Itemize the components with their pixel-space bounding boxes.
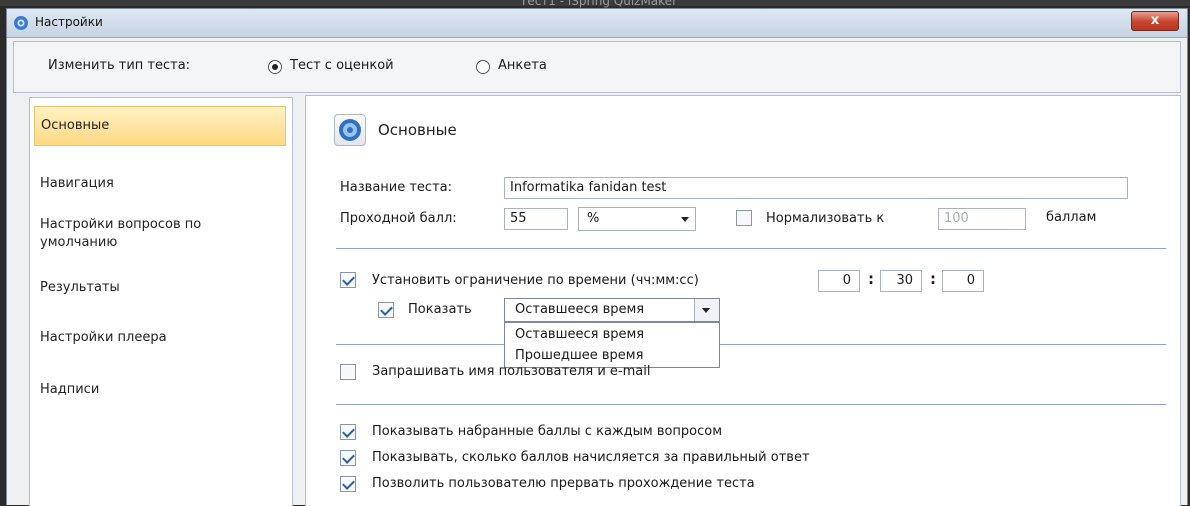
timer-mode-dropdown-list: Оставшееся время Прошедшее время	[504, 322, 720, 368]
time-limit-label: Установить ограничение по времени (чч:мм…	[372, 273, 699, 288]
title-bar[interactable]: Настройки x	[7, 9, 1187, 38]
chevron-down-icon	[681, 217, 689, 222]
sidebar-item-captions[interactable]: Надписи	[34, 382, 292, 397]
chevron-down-icon[interactable]	[694, 299, 719, 321]
divider	[336, 248, 1166, 249]
normalize-suffix: баллам	[1046, 210, 1097, 225]
section-title: Основные	[378, 121, 457, 139]
radio-survey[interactable]	[476, 60, 490, 74]
time-hours-input[interactable]: 0	[818, 270, 860, 292]
dropdown-option-elapsed[interactable]: Прошедшее время	[505, 345, 719, 366]
timer-mode-select[interactable]: Оставшееся время	[504, 298, 720, 322]
window-title: Настройки	[35, 15, 103, 29]
sidebar-item-player-settings[interactable]: Настройки плеера	[34, 330, 292, 345]
time-separator: :	[868, 270, 874, 288]
show-score-label: Показывать набранные баллы с каждым вопр…	[372, 424, 723, 439]
show-points-checkbox[interactable]	[340, 450, 356, 466]
test-name-input[interactable]: Informatika fanidan test	[504, 177, 1128, 199]
sidebar-item-navigation[interactable]: Навигация	[34, 176, 292, 191]
show-score-checkbox[interactable]	[340, 424, 356, 440]
sidebar-item-results[interactable]: Результаты	[34, 280, 292, 295]
ask-user-checkbox[interactable]	[340, 364, 356, 380]
test-type-bar: Изменить тип теста: Тест с оценкой Анкет…	[13, 41, 1181, 93]
timer-mode-value: Оставшееся время	[515, 302, 645, 317]
time-limit-checkbox[interactable]	[340, 272, 356, 288]
settings-sidebar: Основные Навигация Настройки вопросов по…	[29, 97, 293, 506]
show-timer-checkbox[interactable]	[378, 302, 394, 318]
allow-quit-label: Позволить пользователю прервать прохожде…	[372, 476, 755, 491]
pass-score-unit-select[interactable]: %	[578, 207, 696, 231]
settings-content: Основные Название теста: Informatika fan…	[305, 95, 1181, 506]
settings-gear-icon	[334, 114, 366, 146]
time-seconds-input[interactable]: 0	[942, 270, 984, 292]
sidebar-item-basic[interactable]: Основные	[34, 106, 286, 146]
pass-score-label: Проходной балл:	[340, 211, 457, 226]
test-name-label: Название теста:	[340, 180, 452, 195]
allow-quit-checkbox[interactable]	[340, 476, 356, 492]
divider	[336, 344, 1166, 345]
close-button[interactable]: x	[1131, 11, 1179, 31]
time-minutes-input[interactable]: 30	[880, 270, 922, 292]
radio-graded-test[interactable]	[268, 60, 282, 74]
gear-icon	[14, 16, 28, 30]
ask-user-label: Запрашивать имя пользователя и e-mail	[372, 364, 651, 379]
pass-score-unit-value: %	[587, 211, 600, 226]
normalize-input[interactable]: 100	[938, 208, 1026, 230]
radio-survey-label[interactable]: Анкета	[498, 58, 547, 73]
pass-score-input[interactable]: 55	[504, 208, 568, 230]
show-timer-label: Показать	[408, 302, 472, 317]
sidebar-item-question-defaults[interactable]: Настройки вопросов по умолчанию	[34, 216, 280, 252]
show-points-label: Показывать, сколько баллов начисляется з…	[372, 450, 810, 465]
settings-window: Настройки x Изменить тип теста: Тест с о…	[6, 8, 1188, 506]
time-separator: :	[930, 270, 936, 288]
test-type-label: Изменить тип теста:	[48, 58, 191, 73]
divider	[336, 404, 1166, 405]
background-window-title: Тест1 - iSpring QuizMaker	[520, 0, 677, 8]
normalize-label: Нормализовать к	[766, 211, 885, 226]
normalize-checkbox[interactable]	[736, 210, 752, 226]
dropdown-option-remaining[interactable]: Оставшееся время	[505, 324, 719, 345]
radio-graded-test-label[interactable]: Тест с оценкой	[290, 58, 394, 73]
